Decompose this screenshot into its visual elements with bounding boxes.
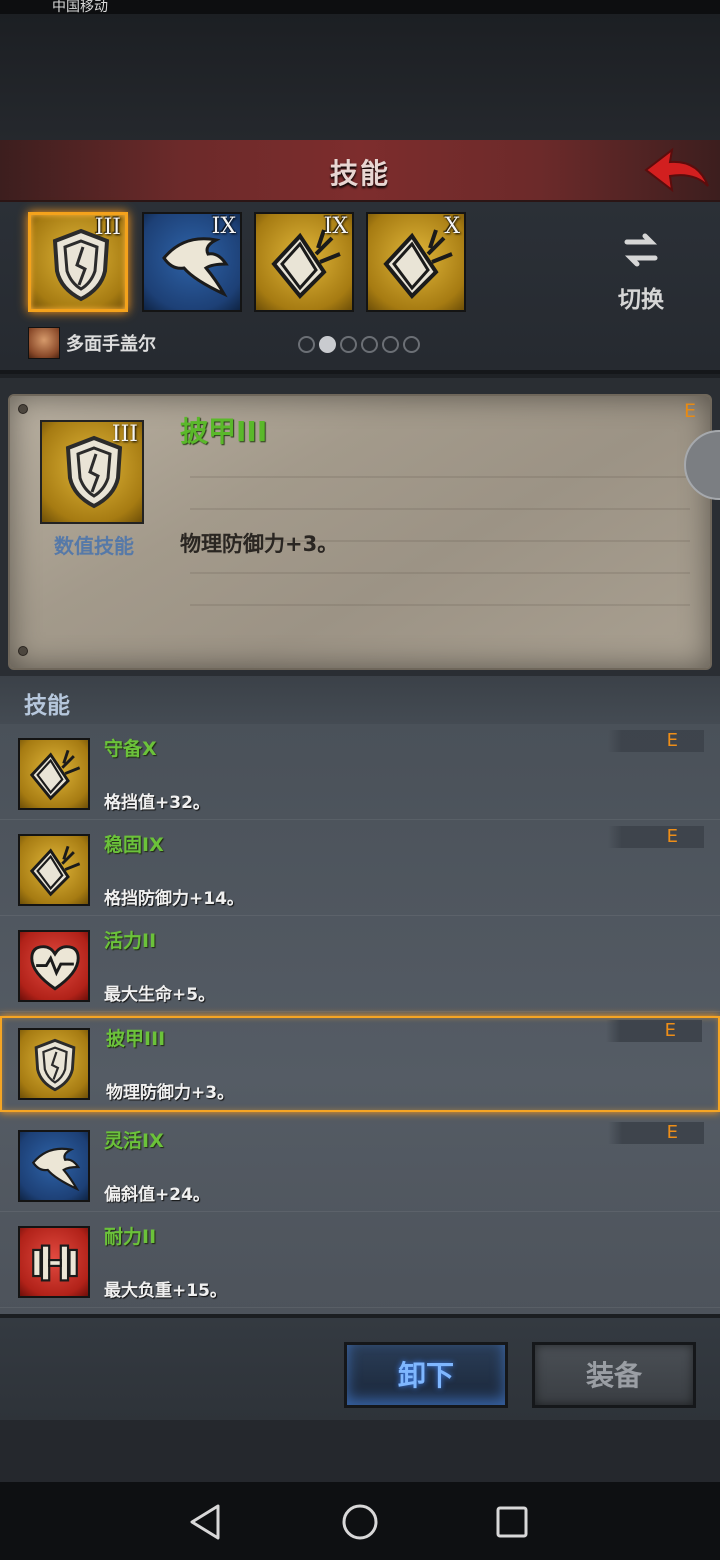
back-button[interactable]: [642, 142, 712, 198]
page-dot: [340, 336, 357, 353]
page-dot: [382, 336, 399, 353]
block-shield-icon: [18, 834, 90, 906]
page-dot: [298, 336, 315, 353]
nav-recents-button[interactable]: [492, 1502, 532, 1542]
skill-list-item[interactable]: 耐力II 最大负重+15。: [0, 1212, 720, 1308]
skill-name: 披甲III: [106, 1028, 166, 1050]
slot-rank: III: [94, 215, 121, 240]
skill-slot-1[interactable]: III: [28, 212, 128, 312]
action-bar: 卸下 装备: [0, 1314, 720, 1420]
page-dot: [361, 336, 378, 353]
page-dot: [403, 336, 420, 353]
equipped-skill-slots: III IX IX X 切换 多面手盖尔: [0, 202, 720, 374]
skill-name: 稳固IX: [104, 834, 164, 856]
skill-desc: 偏斜值+24。: [104, 1185, 210, 1205]
skill-grade: E: [608, 730, 704, 752]
system-nav-bar: [0, 1482, 720, 1560]
skill-slot-3[interactable]: IX: [254, 212, 354, 312]
skill-detail-panel: III 数值技能 披甲III 物理防御力+3。 E: [0, 378, 720, 676]
slot-rank: IX: [211, 214, 236, 239]
detail-rank: III: [111, 422, 138, 447]
skill-slot-4[interactable]: X: [366, 212, 466, 312]
skill-list: 守备X 格挡值+32。 E 稳固IX 格挡防御力+14。 E 活力II 最大生命…: [0, 724, 720, 1314]
skill-name: 耐力II: [104, 1226, 157, 1248]
skill-name: 活力II: [104, 930, 157, 952]
dumbbell-icon: [18, 1226, 90, 1298]
skill-list-item[interactable]: 灵活IX 偏斜值+24。 E: [0, 1116, 720, 1212]
page-title: 技能: [329, 157, 390, 190]
bottom-spacer: [0, 1420, 720, 1482]
shield-icon: [18, 1028, 90, 1100]
list-title: 技能: [24, 693, 70, 719]
block-shield-icon: [18, 738, 90, 810]
skill-desc: 物理防御力+3。: [106, 1083, 235, 1103]
title-bar: 技能: [0, 140, 720, 202]
skill-type: 数值技能: [54, 534, 134, 558]
skill-slot-2[interactable]: IX: [142, 212, 242, 312]
detail-skill-name: 披甲III: [180, 415, 268, 448]
skill-desc: 格挡值+32。: [104, 793, 210, 813]
skill-desc: 格挡防御力+14。: [104, 889, 244, 909]
detail-skill-desc: 物理防御力+3。: [180, 532, 339, 556]
skill-list-header: 技能: [0, 676, 720, 724]
skill-grade: E: [608, 1122, 704, 1144]
skill-detail-card: III 数值技能 披甲III 物理防御力+3。 E: [8, 394, 712, 670]
slot-rank: IX: [323, 214, 348, 239]
top-spacer: [0, 14, 720, 140]
avatar: [28, 327, 60, 359]
heart-icon: [18, 930, 90, 1002]
bolt: [18, 404, 28, 414]
page-dot-active: [319, 336, 336, 353]
skill-list-item[interactable]: 稳固IX 格挡防御力+14。 E: [0, 820, 720, 916]
switch-button[interactable]: 切换: [608, 230, 674, 314]
back-arrow-icon: [644, 147, 709, 193]
nav-back-button[interactable]: [186, 1502, 226, 1542]
skill-grade: E: [608, 826, 704, 848]
skill-desc: 最大生命+5。: [104, 985, 216, 1005]
detail-grade: E: [683, 400, 696, 422]
switch-label: 切换: [618, 287, 664, 313]
page-indicator: [298, 336, 420, 353]
character-info: 多面手盖尔: [28, 326, 156, 360]
triangle-back-icon: [190, 1504, 220, 1540]
slot-rank: X: [444, 214, 460, 239]
circle-home-icon: [342, 1504, 378, 1540]
nav-home-button[interactable]: [340, 1502, 380, 1542]
skill-list-item[interactable]: 守备X 格挡值+32。 E: [0, 724, 720, 820]
feather-icon: [18, 1130, 90, 1202]
equip-button[interactable]: 装备: [532, 1342, 696, 1408]
skill-name: 灵活IX: [104, 1130, 164, 1152]
swap-arrows-icon: [624, 233, 658, 267]
detail-skill-icon: III: [40, 420, 144, 524]
square-recents-icon: [496, 1506, 528, 1538]
unequip-button[interactable]: 卸下: [344, 1342, 508, 1408]
character-name: 多面手盖尔: [66, 334, 156, 355]
skill-desc: 最大负重+15。: [104, 1281, 227, 1301]
skill-name: 守备X: [104, 738, 157, 760]
skill-list-item-selected[interactable]: 披甲III 物理防御力+3。 E: [0, 1016, 720, 1112]
skill-grade: E: [606, 1020, 702, 1042]
skill-list-item[interactable]: 活力II 最大生命+5。: [0, 916, 720, 1012]
status-bar: 中国移动: [0, 0, 720, 15]
bolt: [18, 646, 28, 656]
